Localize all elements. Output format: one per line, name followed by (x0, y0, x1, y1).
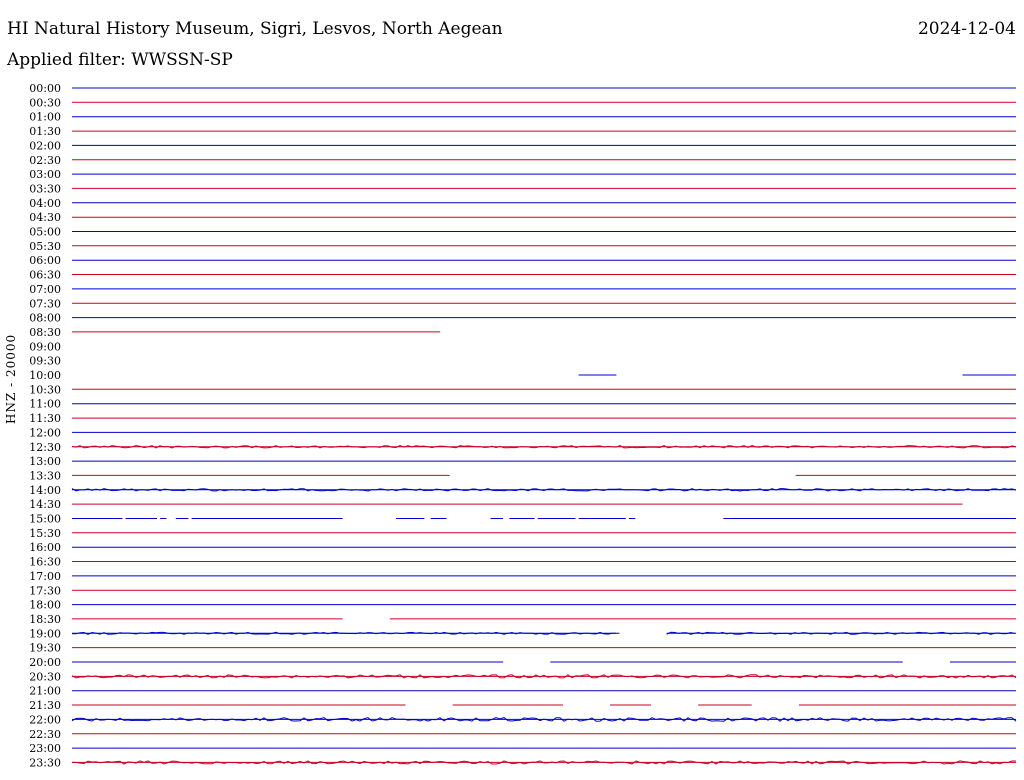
row-tick-label: 05:30 (29, 240, 61, 253)
row-tick-label: 22:30 (29, 728, 61, 741)
helicorder-plot: 00:0000:30 01:0001:3002:00 02:3003:0003:30… (29, 82, 1017, 769)
row-tick-label: 19:00 (29, 627, 61, 640)
row-tick-label: 02:00 (29, 139, 61, 152)
row-tick-label: 22:00 (29, 713, 61, 726)
row-tick-label: 11:00 (29, 398, 61, 411)
row-tick-label: 07:00 (29, 283, 61, 296)
row-tick-label: 01:30 (29, 125, 61, 138)
seismic-traces (71, 87, 1017, 765)
row-tick-label: 06:30 (29, 269, 61, 282)
row-tick-label: 09:30 (29, 355, 61, 368)
row-tick-label: 11:30 (29, 412, 61, 425)
time-tick-labels: 00:0000:30 01:0001:3002:00 02:3003:0003:30… (29, 82, 61, 769)
row-tick-label: 08:30 (29, 326, 61, 339)
row-tick-label: 00:00 (29, 82, 61, 95)
row-tick-label: 20:30 (29, 670, 61, 683)
row-tick-label: 10:00 (29, 369, 61, 382)
row-tick-label: 21:00 (29, 685, 61, 698)
row-tick-label: 18:00 (29, 599, 61, 612)
row-tick-label: 01:00 (29, 111, 61, 124)
row-tick-label: 13:00 (29, 455, 61, 468)
row-tick-label: 15:00 (29, 513, 61, 526)
row-tick-label: 03:30 (29, 182, 61, 195)
row-tick-label: 14:00 (29, 484, 61, 497)
row-tick-label: 03:00 (29, 168, 61, 181)
row-tick-label: 13:30 (29, 469, 61, 482)
row-tick-label: 20:00 (29, 656, 61, 669)
row-tick-label: 08:00 (29, 312, 61, 325)
row-tick-label: 18:30 (29, 613, 61, 626)
row-tick-label: 00:30 (29, 96, 61, 109)
row-tick-label: 19:30 (29, 642, 61, 655)
row-tick-label: 21:30 (29, 699, 61, 712)
row-tick-label: 15:30 (29, 527, 61, 540)
row-tick-label: 12:30 (29, 441, 61, 454)
row-tick-label: 07:30 (29, 297, 61, 310)
trace-noise (71, 445, 1017, 449)
row-tick-label: 06:00 (29, 254, 61, 267)
row-tick-label: 12:00 (29, 426, 61, 439)
row-tick-label: 17:30 (29, 584, 61, 597)
row-tick-label: 05:00 (29, 226, 61, 239)
row-tick-label: 23:00 (29, 742, 61, 755)
row-tick-label: 10:30 (29, 383, 61, 396)
trace-noise (666, 631, 1015, 635)
row-tick-label: 16:30 (29, 556, 61, 569)
row-tick-label: 23:30 (29, 756, 61, 769)
row-tick-label: 16:00 (29, 541, 61, 554)
row-tick-label: 14:30 (29, 498, 61, 511)
row-tick-label: 17:00 (29, 570, 61, 583)
row-tick-label: 04:30 (29, 211, 61, 224)
row-tick-label: 02:30 (29, 154, 61, 167)
row-tick-label: 04:00 (29, 197, 61, 210)
row-tick-label: 09:00 (29, 340, 61, 353)
